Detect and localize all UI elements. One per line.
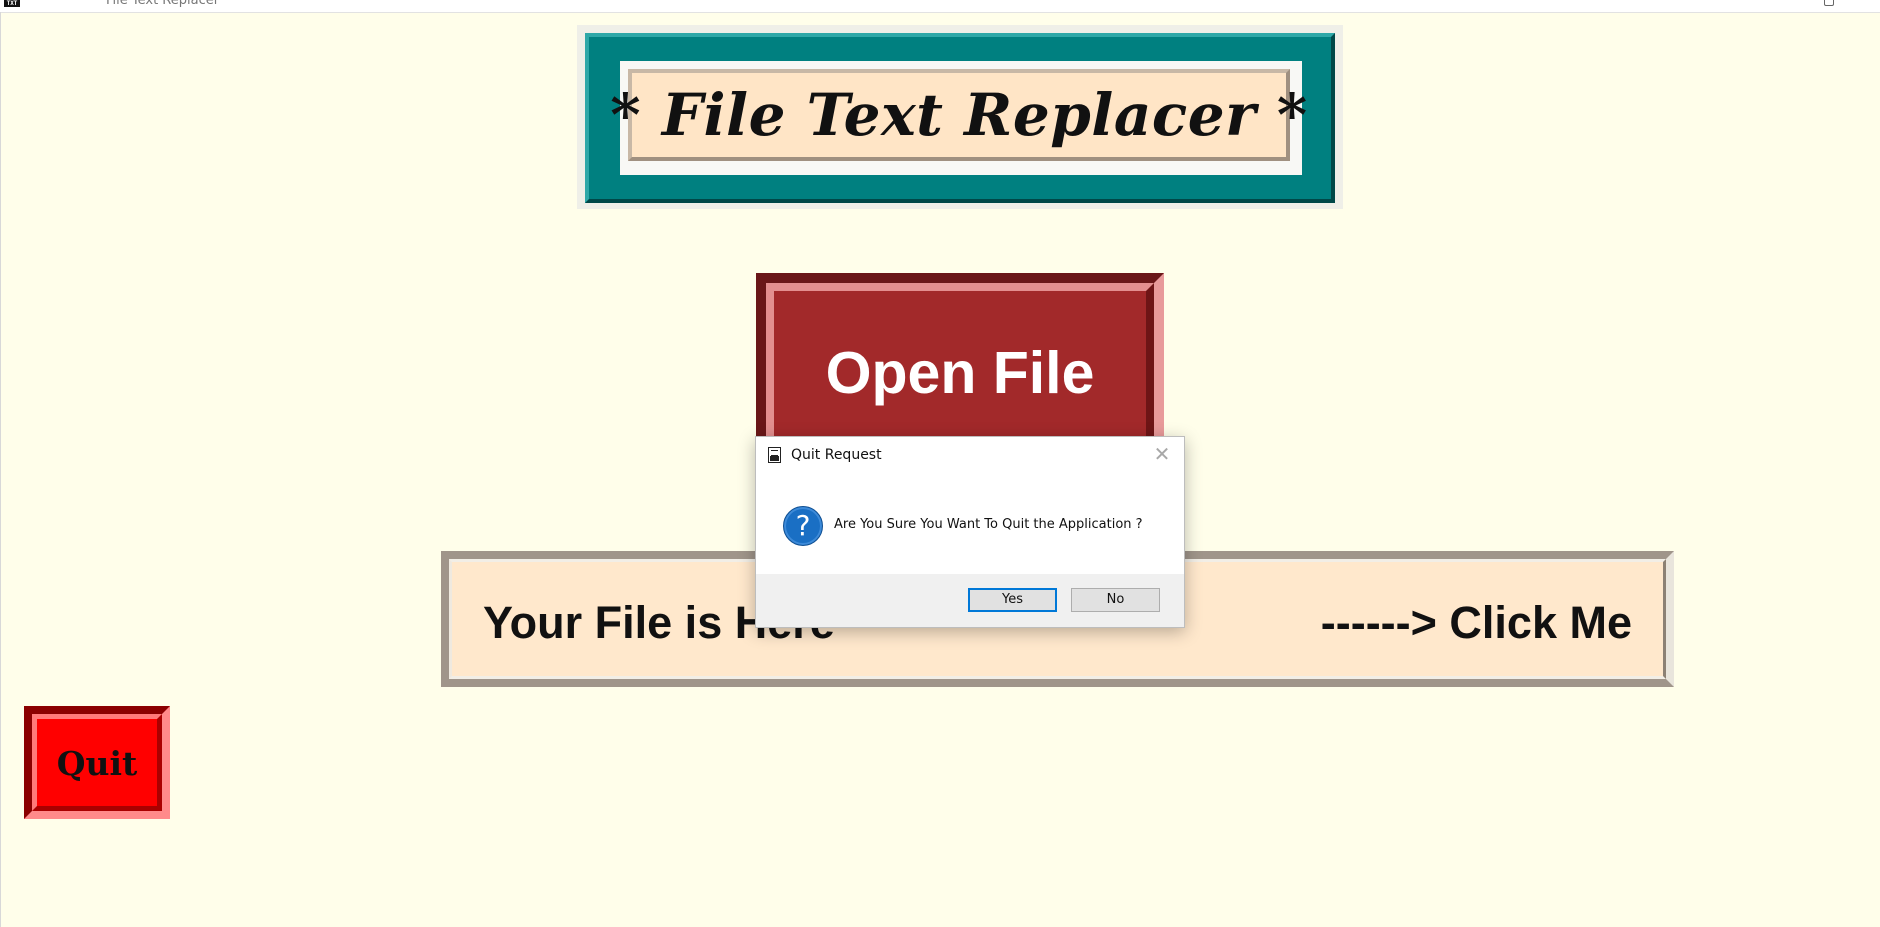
app-title: * File Text Replacer * — [610, 81, 1308, 149]
quit-button-label: Quit — [56, 744, 138, 783]
app-icon: TXT — [4, 0, 20, 7]
dialog-title: Quit Request — [791, 447, 882, 463]
close-icon[interactable]: ✕ — [1150, 442, 1174, 466]
click-me-text[interactable]: ------> Click Me — [1321, 597, 1632, 649]
open-file-button-label: Open File — [825, 340, 1095, 406]
window-title: File Text Replacer — [106, 0, 220, 8]
header-banner-panel: * File Text Replacer * — [610, 69, 1307, 161]
open-file-button[interactable]: Open File — [756, 273, 1164, 459]
window-titlebar: TXT File Text Replacer — [0, 0, 1880, 13]
question-icon: ? — [783, 506, 823, 546]
yes-button[interactable]: Yes — [968, 588, 1057, 612]
dialog-message: Are You Sure You Want To Quit the Applic… — [834, 517, 1143, 532]
no-button[interactable]: No — [1071, 588, 1160, 612]
dialog-header: Quit Request ✕ — [756, 437, 1184, 473]
window-border — [0, 12, 1, 927]
quit-dialog: Quit Request ✕ ? Are You Sure You Want T… — [755, 436, 1185, 628]
document-icon — [768, 447, 781, 463]
dialog-footer: Yes No — [756, 574, 1184, 627]
restore-icon[interactable] — [1824, 0, 1834, 6]
quit-button[interactable]: Quit — [24, 706, 170, 819]
